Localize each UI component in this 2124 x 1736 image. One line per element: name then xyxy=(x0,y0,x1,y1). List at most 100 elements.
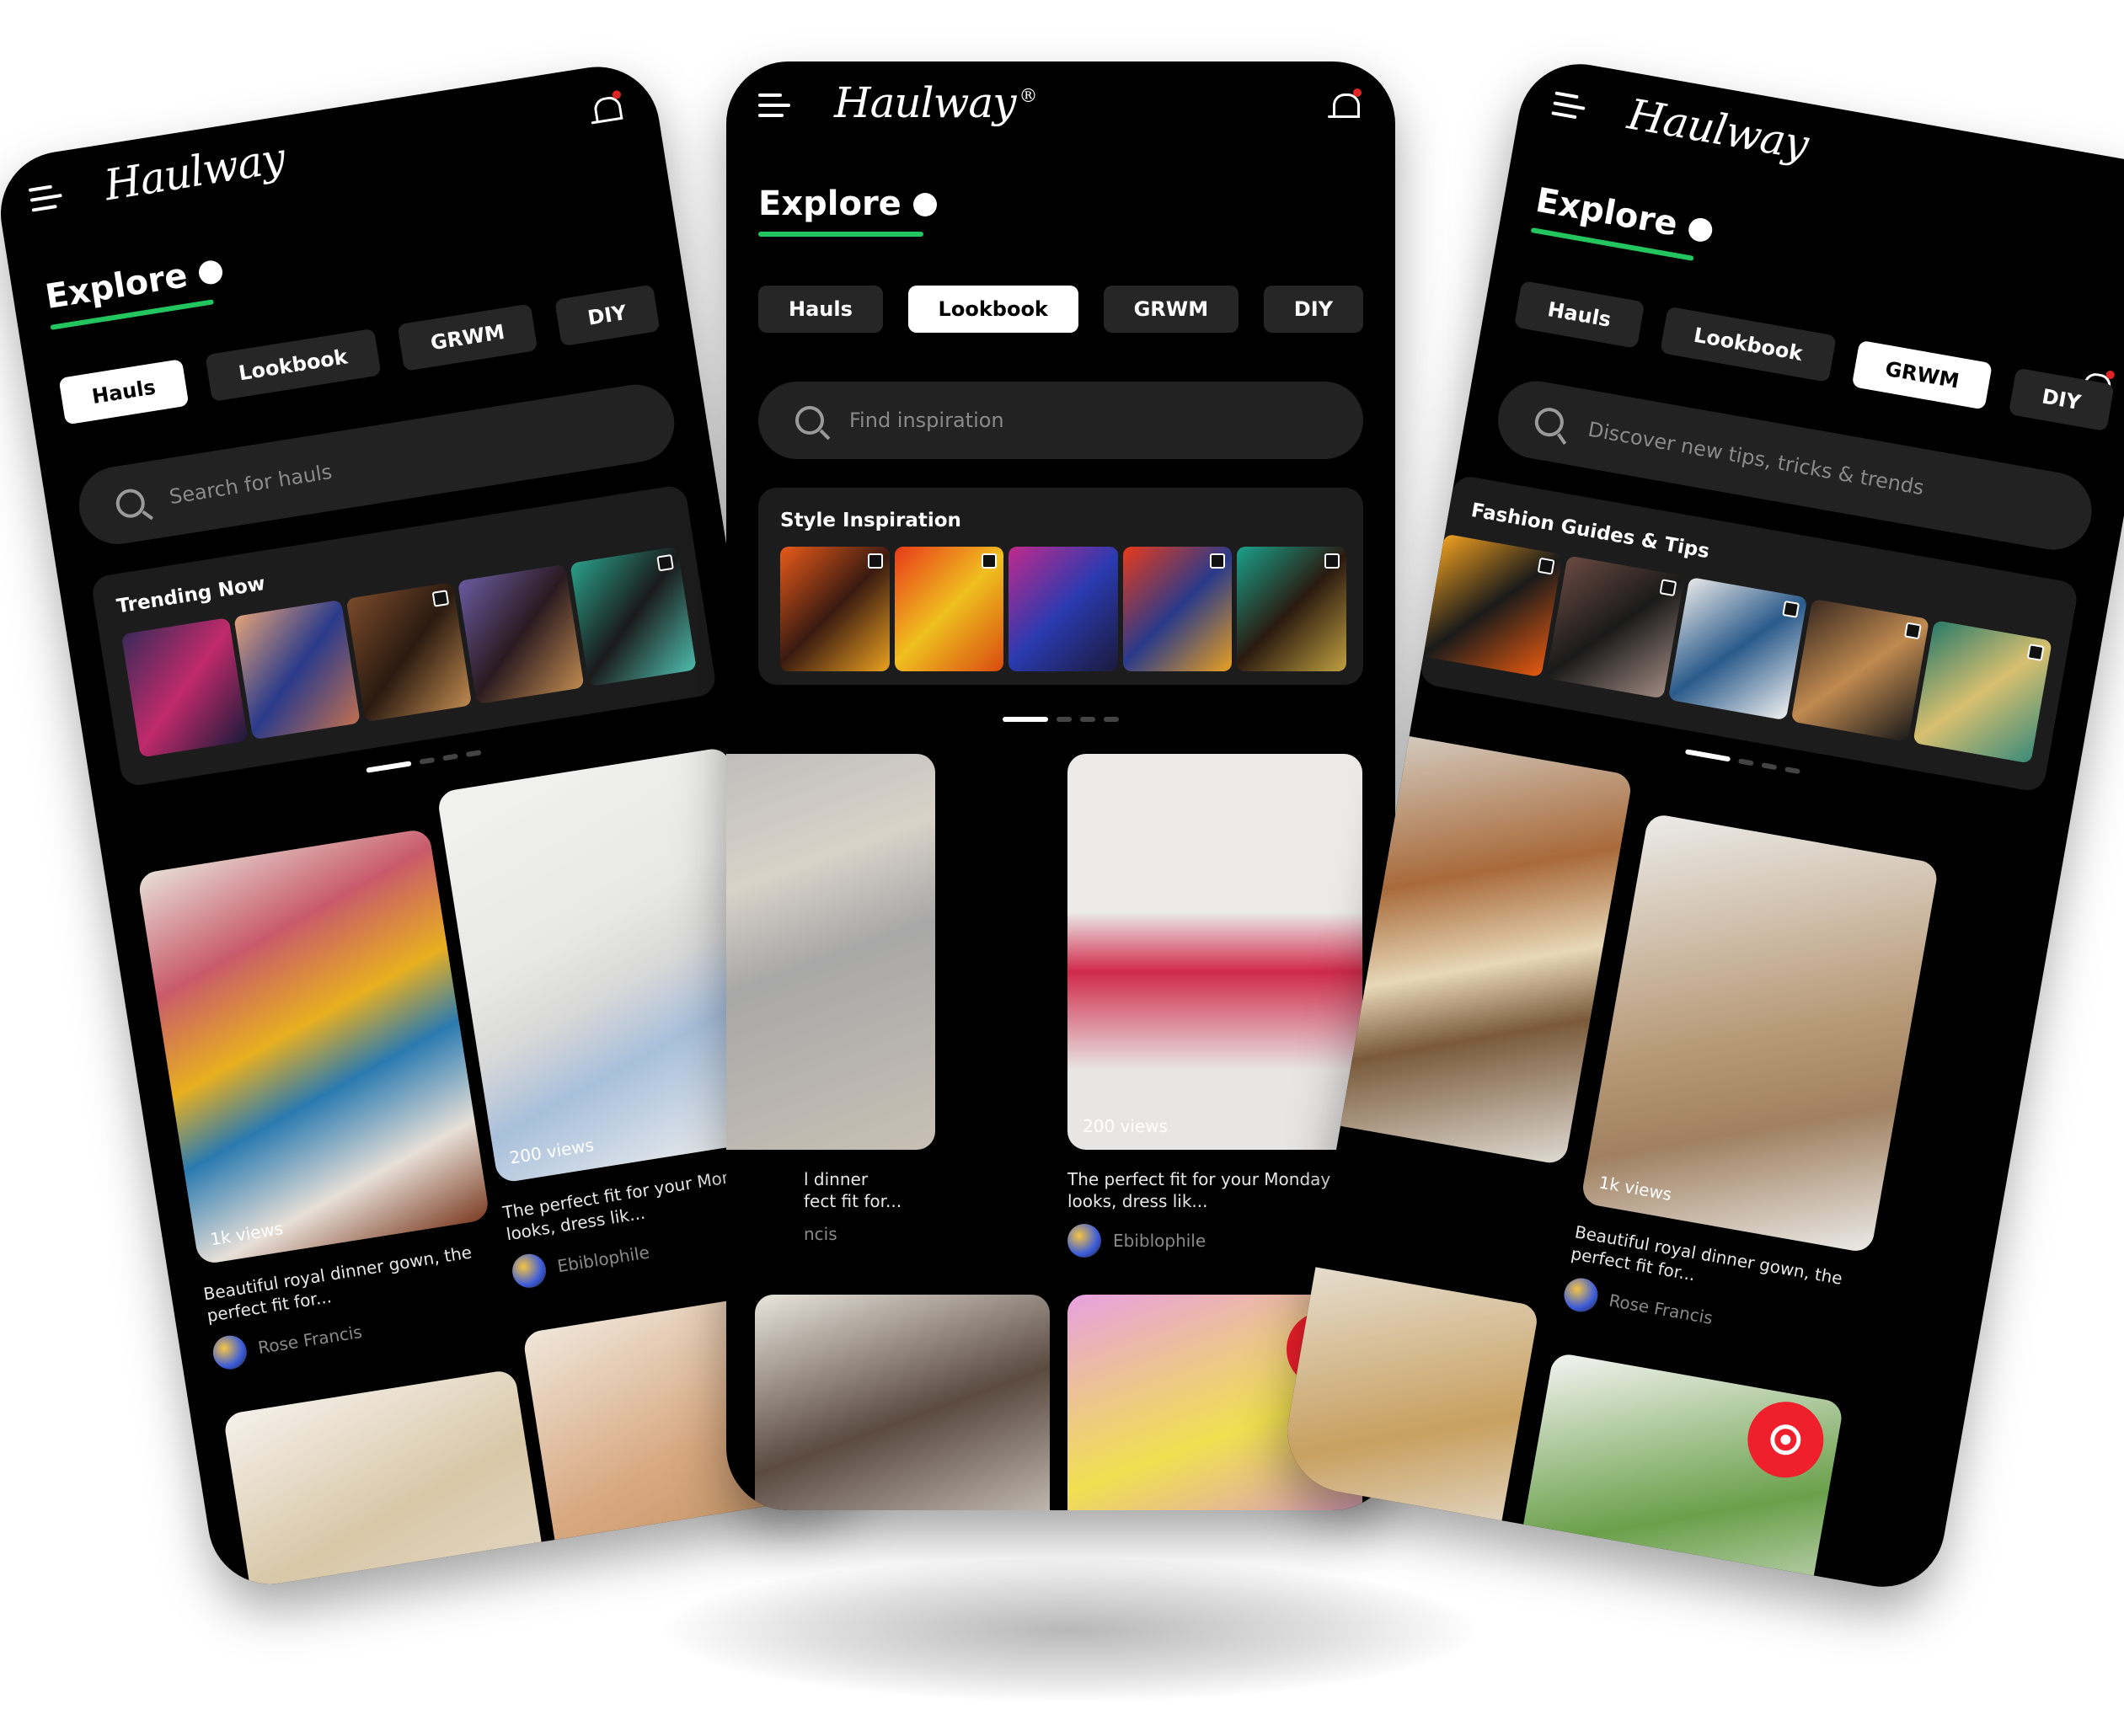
thumbnail[interactable] xyxy=(1790,598,1930,742)
avatar xyxy=(1561,1275,1601,1315)
section-title: Style Inspiration xyxy=(780,510,961,531)
thumbnail[interactable] xyxy=(1237,547,1346,671)
author-name: Ebiblophile xyxy=(1113,1231,1206,1251)
video-icon xyxy=(1210,553,1226,569)
thumbnail[interactable] xyxy=(894,547,1004,671)
trademark: ® xyxy=(1019,86,1037,108)
video-icon xyxy=(656,553,674,572)
compass-icon xyxy=(196,259,224,286)
view-count: 200 views xyxy=(507,1135,596,1168)
menu-icon[interactable] xyxy=(28,184,64,214)
menu-icon[interactable] xyxy=(1551,91,1587,121)
thumbnail[interactable] xyxy=(457,564,585,705)
feed-card[interactable]: 1k views Beautiful royal dinner gown, th… xyxy=(1561,812,1939,1360)
phone-right: Haulway Explore Hauls Lookbook GRWM DIY … xyxy=(1277,54,2124,1597)
tab-lookbook[interactable]: Lookbook xyxy=(205,328,382,402)
avatar xyxy=(1067,1224,1101,1258)
search-placeholder: Find inspiration xyxy=(849,409,1004,432)
feed-card[interactable] xyxy=(222,1369,554,1594)
video-icon xyxy=(1324,553,1340,569)
video-icon xyxy=(1781,600,1800,618)
thumbnail[interactable] xyxy=(570,546,697,687)
thumbnail-row xyxy=(120,546,697,758)
card-author[interactable]: ncis xyxy=(726,1224,935,1244)
floor-shadow xyxy=(666,1558,1474,1701)
app-logo: Haulway xyxy=(101,133,288,210)
search-placeholder: Search for hauls xyxy=(167,459,334,510)
thumbnail-row xyxy=(1423,533,2052,764)
app-header: Haulway xyxy=(0,58,666,270)
logo-text: Haulway xyxy=(834,78,1016,127)
app-logo: Haulway xyxy=(1624,89,1811,169)
view-count: 1k views xyxy=(1597,1172,1674,1205)
avatar xyxy=(510,1251,548,1290)
search-input[interactable]: Find inspiration xyxy=(758,382,1363,459)
avatar xyxy=(210,1333,249,1372)
phone-middle: Haulway ® Explore Hauls Lookbook GRWM DIY… xyxy=(726,61,1395,1510)
search-icon xyxy=(114,487,147,521)
video-icon xyxy=(432,590,450,607)
tab-diy[interactable]: DIY xyxy=(1263,286,1363,333)
tab-bar: Hauls Lookbook GRWM DIY xyxy=(758,286,1363,336)
search-placeholder: Discover new tips, tricks & trends xyxy=(1586,417,1926,500)
video-icon xyxy=(1537,557,1555,575)
card-image: 1k views xyxy=(1580,812,1939,1254)
compass-icon xyxy=(1686,216,1715,244)
tab-diy[interactable]: DIY xyxy=(554,284,661,347)
tab-grwm[interactable]: GRWM xyxy=(397,303,538,371)
feed-card[interactable] xyxy=(755,1295,1050,1510)
thumbnail[interactable] xyxy=(1913,620,2052,764)
compass-icon xyxy=(912,193,937,216)
tab-grwm[interactable]: GRWM xyxy=(1851,339,1993,410)
search-icon xyxy=(795,406,824,435)
card-image: 1k views xyxy=(136,828,490,1266)
thumbnail[interactable] xyxy=(120,617,249,758)
broadcast-icon xyxy=(1768,1422,1804,1458)
thumbnail[interactable] xyxy=(1122,547,1233,671)
video-icon xyxy=(1904,622,1923,640)
author-name: Rose Francis xyxy=(256,1321,364,1359)
thumbnail[interactable] xyxy=(345,581,473,723)
logo-text: Haulway xyxy=(100,133,288,211)
app-logo: Haulway ® xyxy=(834,78,1037,127)
tab-hauls[interactable]: Hauls xyxy=(58,359,190,425)
page-title: Explore xyxy=(758,184,937,223)
card-caption: The perfect fit for your Monday looks, d… xyxy=(1067,1169,1331,1211)
search-icon xyxy=(1533,405,1566,439)
video-icon xyxy=(982,553,998,569)
view-count: 200 views xyxy=(1083,1116,1169,1136)
app-header: Haulway ® xyxy=(726,61,1395,171)
notification-bell-icon[interactable] xyxy=(587,89,626,132)
thumbnail[interactable] xyxy=(1423,533,1563,678)
tab-lookbook[interactable]: Lookbook xyxy=(1660,306,1837,382)
thumbnail[interactable] xyxy=(1008,547,1118,671)
logo-text: Haulway xyxy=(1624,89,1812,169)
tab-grwm[interactable]: GRWM xyxy=(1103,286,1239,333)
carousel-indicator xyxy=(726,717,1395,725)
card-caption: l dinner fect fit for... xyxy=(804,1169,902,1211)
menu-icon[interactable] xyxy=(758,93,790,119)
feed-card[interactable]: l dinner fect fit for... ncis xyxy=(726,754,935,1244)
title-underline xyxy=(758,232,923,237)
card-image xyxy=(222,1369,554,1594)
video-icon xyxy=(867,553,883,569)
video-icon xyxy=(2026,644,2045,662)
tab-lookbook[interactable]: Lookbook xyxy=(907,286,1078,333)
thumbnail[interactable] xyxy=(233,600,361,740)
feed-card[interactable] xyxy=(1277,1258,1540,1556)
card-image xyxy=(1277,1258,1540,1556)
notification-bell-icon[interactable] xyxy=(1328,88,1362,126)
card-image xyxy=(755,1295,1050,1510)
author-name: Rose Francis xyxy=(1607,1290,1715,1328)
thumbnail[interactable] xyxy=(1667,576,1808,721)
video-icon xyxy=(1659,579,1677,597)
feed-card[interactable]: 1k views Beautiful royal dinner gown, th… xyxy=(136,828,507,1372)
thumbnail[interactable] xyxy=(780,547,890,671)
tab-hauls[interactable]: Hauls xyxy=(758,286,883,333)
page-title-text: Explore xyxy=(758,184,901,223)
author-name: ncis xyxy=(804,1224,837,1244)
thumbnail[interactable] xyxy=(1545,555,1685,699)
style-inspiration-section: Style Inspiration xyxy=(758,488,1363,685)
tab-hauls[interactable]: Hauls xyxy=(1513,280,1645,349)
feed-card[interactable]: 200 views The perfect fit for your Monda… xyxy=(1067,754,1362,1258)
